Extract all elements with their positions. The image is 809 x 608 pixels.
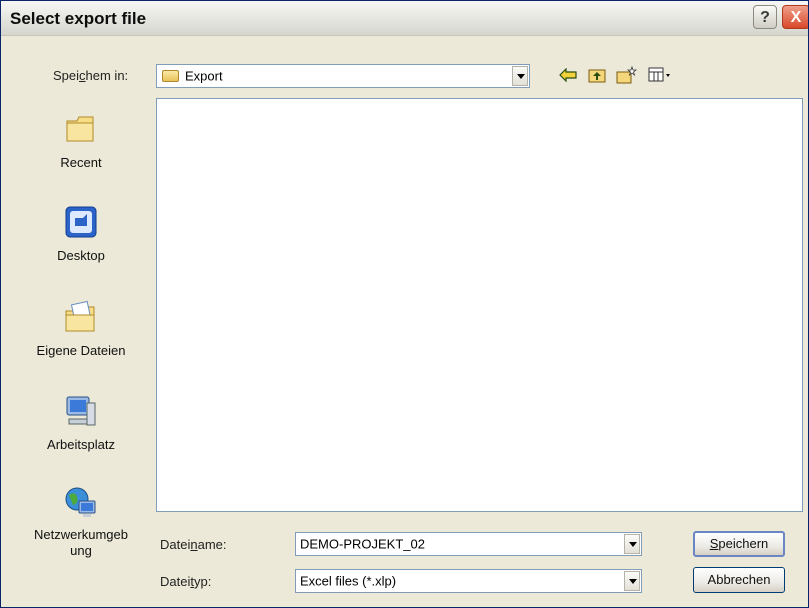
file-type-dropdown[interactable]: Excel files (*.xlp) [295,569,642,593]
help-button[interactable]: ? [753,5,777,29]
places-bar: Recent Desktop Eigene Dateien Arbeitspla… [17,99,145,581]
view-menu-button[interactable] [647,63,673,87]
place-recent[interactable]: Recent [17,111,145,171]
new-folder-icon [616,65,638,84]
save-dialog: Select export file ? X Speichem in: Expo… [0,0,809,608]
place-label: Netzwerkumgeb ung [34,527,128,558]
recent-folder-icon [63,111,99,147]
place-desktop[interactable]: Desktop [17,204,145,264]
look-in-label: Speichem in: [53,68,129,83]
look-in-dropdown[interactable]: Export [156,64,530,88]
my-documents-icon [63,299,99,335]
back-arrow-icon [559,67,577,83]
place-my-computer[interactable]: Arbeitsplatz [17,393,145,453]
dialog-title: Select export file [10,9,147,28]
place-network[interactable]: Netzwerkumgeb ung [17,485,145,559]
place-label: Eigene Dateien [36,343,126,358]
place-label: Arbeitsplatz [47,437,115,452]
file-type-value: Excel files (*.xlp) [300,573,397,589]
save-button[interactable]: Speichern [693,531,785,557]
place-label: Desktop [57,248,105,263]
place-my-documents[interactable]: Eigene Dateien [17,299,145,359]
cancel-button[interactable]: Abbrechen [693,567,785,593]
network-icon [63,485,99,521]
new-folder-button[interactable] [615,63,639,87]
folder-icon [162,70,179,82]
title-bar[interactable]: Select export file ? X [1,1,808,36]
up-folder-icon [588,69,606,83]
chevron-down-icon[interactable] [624,534,640,554]
place-label: Recent [60,155,102,170]
file-name-label: Dateiname: [160,537,227,552]
desktop-icon [63,204,99,240]
chevron-down-icon[interactable] [512,66,528,86]
chevron-down-icon[interactable] [624,571,640,591]
back-button[interactable] [557,63,579,87]
my-computer-icon [63,393,99,429]
up-folder-button[interactable] [586,63,608,87]
file-type-label: Dateityp: [160,574,212,589]
close-button[interactable]: X [782,5,808,29]
look-in-value: Export [185,68,223,84]
view-menu-icon [648,67,670,82]
file-name-value: DEMO-PROJEKT_02 [300,536,425,552]
file-list[interactable] [156,98,803,512]
file-name-input[interactable]: DEMO-PROJEKT_02 [295,532,642,556]
